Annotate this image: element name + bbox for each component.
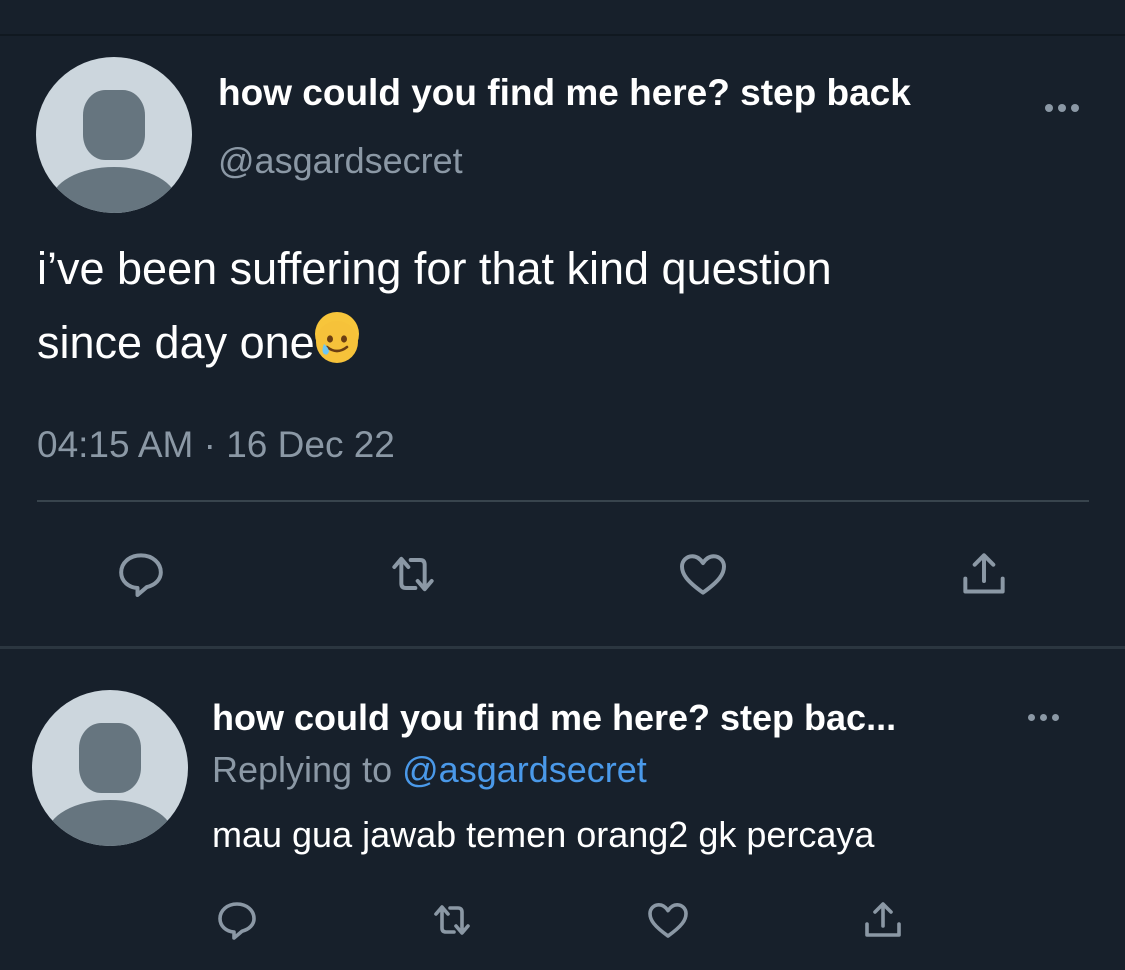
top-divider (0, 34, 1125, 36)
retweet-icon[interactable] (428, 896, 476, 944)
retweet-icon[interactable] (385, 546, 441, 602)
replying-to-line: Replying to @asgardsecret (212, 749, 647, 791)
more-options-icon[interactable] (1045, 104, 1079, 112)
reply-icon[interactable] (213, 896, 261, 944)
avatar-body-shape (51, 167, 177, 213)
reply-icon[interactable] (113, 546, 169, 602)
tweet-text-line-2-content: since day one (37, 317, 315, 368)
like-icon[interactable] (675, 546, 731, 602)
avatar-body-shape (47, 800, 173, 846)
face-holding-back-tears-emoji-icon (314, 312, 359, 363)
replying-to-label: Replying to (212, 749, 393, 790)
reply-text: mau gua jawab temen orang2 gk percaya (212, 814, 875, 855)
divider (37, 500, 1089, 502)
like-icon[interactable] (644, 896, 692, 944)
tweet-text-line-1: i’ve been suffering for that kind questi… (37, 243, 832, 294)
display-name[interactable]: how could you find me here? step back (218, 72, 911, 114)
share-icon[interactable] (859, 896, 907, 944)
more-options-icon[interactable] (1028, 714, 1059, 721)
tweet-text: i’ve been suffering for that kind questi… (37, 232, 832, 380)
avatar-head-shape (83, 90, 145, 160)
share-icon[interactable] (956, 546, 1012, 602)
avatar-head-shape (79, 723, 141, 793)
tweet-text-line-2: since day one (37, 306, 832, 380)
avatar[interactable] (32, 690, 188, 846)
replying-to-mention-link[interactable]: @asgardsecret (402, 749, 647, 790)
avatar[interactable] (36, 57, 192, 213)
username-handle[interactable]: @asgardsecret (218, 140, 463, 182)
display-name[interactable]: how could you find me here? step bac... (212, 697, 896, 739)
tweet-timestamp[interactable]: 04:15 AM · 16 Dec 22 (37, 424, 395, 466)
thread-divider (0, 646, 1125, 649)
